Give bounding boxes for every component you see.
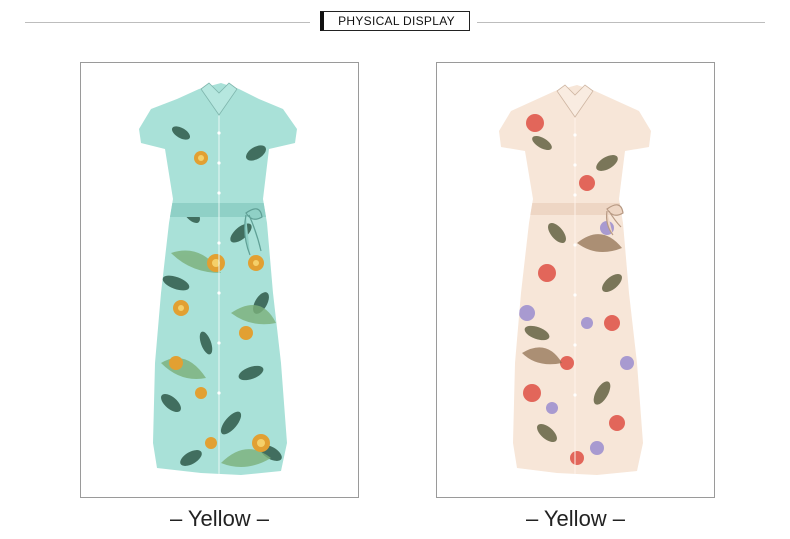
section-header: PHYSICAL DISPLAY <box>25 11 765 31</box>
section-title: PHYSICAL DISPLAY <box>320 11 470 31</box>
product-caption-2: – Yellow – <box>525 506 626 531</box>
product-image-frame-1[interactable] <box>80 62 359 498</box>
product-caption-1: – Yellow – <box>169 506 270 531</box>
cream-floral-dress-image <box>499 84 651 475</box>
product-image-frame-2[interactable] <box>436 62 715 498</box>
header-divider-left <box>25 22 310 23</box>
teal-floral-dress-image <box>139 82 297 475</box>
header-divider-right <box>477 22 765 23</box>
